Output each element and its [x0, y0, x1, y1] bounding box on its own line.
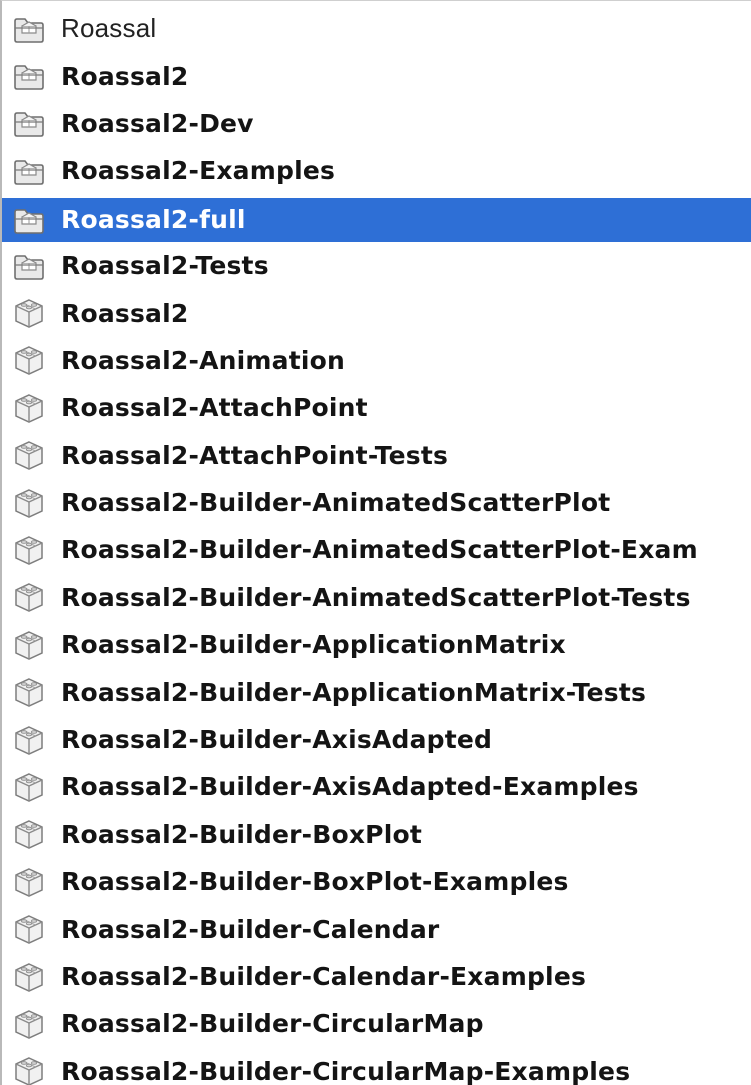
list-item[interactable]: Roassal2-Builder-AnimatedScatterPlot-Tes…	[2, 574, 751, 621]
list-item[interactable]: Roassal2-Builder-CircularMap-Examples	[2, 1048, 751, 1085]
list-item-label: Roassal2-Builder-AnimatedScatterPlot-Tes…	[61, 582, 691, 612]
list-item[interactable]: Roassal2-Animation	[2, 337, 751, 384]
package-list: Roassal Roassal2 Roassal2-Dev Roassal2-E…	[2, 5, 751, 1085]
list-item-label: Roassal2	[61, 298, 189, 328]
list-item[interactable]: Roassal2-AttachPoint	[2, 384, 751, 431]
package-box-icon	[10, 960, 48, 994]
list-item-label: Roassal2-Builder-Calendar-Examples	[61, 962, 587, 991]
list-item-label: Roassal2-Builder-AnimatedScatterPlot-Exa…	[61, 535, 698, 565]
package-box-icon	[10, 865, 48, 899]
package-box-icon	[10, 770, 48, 804]
folder-package-icon	[10, 12, 48, 46]
list-item[interactable]: Roassal2	[2, 289, 751, 336]
list-item[interactable]: Roassal2-Builder-AnimatedScatterPlot	[2, 479, 751, 526]
list-item-label: Roassal2-full	[61, 205, 246, 235]
list-item[interactable]: Roassal2-Builder-ApplicationMatrix-Tests	[2, 668, 751, 715]
list-item-selected[interactable]: Roassal2-full	[2, 194, 751, 242]
list-item-label: Roassal2-Tests	[61, 251, 269, 281]
package-box-icon	[10, 438, 48, 472]
list-item[interactable]: Roassal2-Builder-AxisAdapted	[2, 716, 751, 763]
list-item[interactable]: Roassal2-Examples	[2, 147, 751, 194]
list-item[interactable]: Roassal2-Builder-ApplicationMatrix	[2, 621, 751, 668]
list-item-label: Roassal2-Builder-BoxPlot	[61, 819, 422, 849]
package-box-icon	[10, 817, 48, 851]
package-box-icon	[10, 628, 48, 662]
list-item-label: Roassal2-Builder-BoxPlot-Examples	[61, 867, 569, 897]
list-item-label: Roassal	[61, 13, 157, 44]
list-item-label: Roassal2-Builder-AxisAdapted	[61, 725, 493, 755]
folder-package-icon	[10, 249, 48, 283]
list-item[interactable]: Roassal2-Builder-BoxPlot-Examples	[2, 858, 751, 905]
list-item[interactable]: Roassal	[2, 5, 751, 52]
package-box-icon	[10, 391, 48, 425]
package-box-icon	[10, 912, 48, 946]
list-item-label: Roassal2-Builder-CircularMap	[61, 1009, 484, 1039]
list-item[interactable]: Roassal2-Builder-CircularMap	[2, 1000, 751, 1047]
folder-package-icon	[10, 106, 48, 140]
package-box-icon	[10, 1054, 48, 1085]
list-item[interactable]: Roassal2-Builder-Calendar	[2, 905, 751, 952]
list-item-label: Roassal2-Dev	[61, 108, 254, 138]
list-item[interactable]: Roassal2	[2, 52, 751, 99]
list-item[interactable]: Roassal2-Dev	[2, 100, 751, 147]
list-item[interactable]: Roassal2-Tests	[2, 242, 751, 289]
list-item-label: Roassal2-AttachPoint	[61, 393, 368, 423]
list-item[interactable]: Roassal2-AttachPoint-Tests	[2, 432, 751, 479]
list-item-label: Roassal2-Examples	[61, 156, 336, 186]
package-box-icon	[10, 533, 48, 567]
list-item-label: Roassal2-Builder-ApplicationMatrix	[61, 630, 566, 660]
list-item-label: Roassal2-Animation	[61, 345, 345, 375]
list-item-label: Roassal2	[61, 61, 189, 91]
package-box-icon	[10, 486, 48, 520]
list-item-label: Roassal2-Builder-AnimatedScatterPlot	[61, 488, 611, 518]
folder-package-icon	[10, 203, 48, 237]
list-item-label: Roassal2-Builder-CircularMap-Examples	[61, 1056, 631, 1085]
package-box-icon	[10, 723, 48, 757]
folder-package-icon	[10, 59, 48, 93]
package-box-icon	[10, 343, 48, 377]
list-item[interactable]: Roassal2-Builder-AxisAdapted-Examples	[2, 763, 751, 810]
package-box-icon	[10, 580, 48, 614]
list-item-label: Roassal2-Builder-Calendar	[61, 914, 440, 944]
folder-package-icon	[10, 154, 48, 188]
list-item[interactable]: Roassal2-Builder-Calendar-Examples	[2, 953, 751, 1000]
package-box-icon	[10, 675, 48, 709]
list-item[interactable]: Roassal2-Builder-BoxPlot	[2, 811, 751, 858]
package-list-panel: Roassal Roassal2 Roassal2-Dev Roassal2-E…	[0, 0, 751, 1085]
list-item[interactable]: Roassal2-Builder-AnimatedScatterPlot-Exa…	[2, 526, 751, 573]
list-item-label: Roassal2-Builder-AxisAdapted-Examples	[61, 772, 639, 802]
list-item-label: Roassal2-AttachPoint-Tests	[61, 440, 449, 470]
package-box-icon	[10, 1007, 48, 1041]
list-item-label: Roassal2-Builder-ApplicationMatrix-Tests	[61, 677, 647, 707]
package-box-icon	[10, 296, 48, 330]
